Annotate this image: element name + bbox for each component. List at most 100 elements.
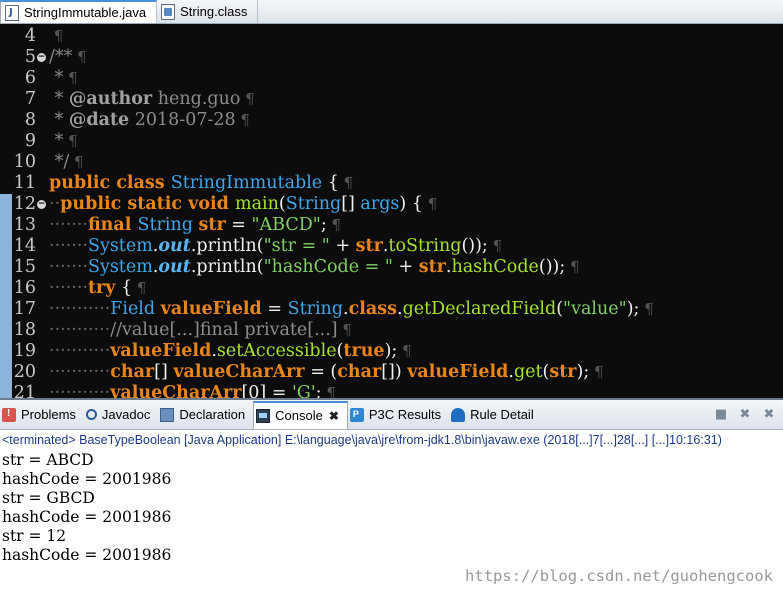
code-line[interactable]: 20 ···········char[] valueCharArr = (char…: [0, 362, 783, 383]
line-number: 18: [13, 320, 36, 340]
remove-launch-icon[interactable]: ✖: [737, 407, 753, 423]
code-line[interactable]: 10 */ ¶: [0, 152, 783, 173]
panel-tab-bar: Problems Javadoc Declaration Console ✖ P3C Re…: [0, 398, 783, 430]
line-number: 17: [13, 299, 36, 319]
panel-tab-console[interactable]: Console ✖: [253, 400, 348, 429]
code-text: ···········//value[...]final private[...…: [49, 320, 352, 340]
code-text: /** ¶: [49, 47, 87, 67]
fold-toggle-icon[interactable]: −: [37, 53, 46, 62]
line-number: 21: [13, 383, 36, 398]
line-number: 11: [13, 173, 36, 193]
code-line[interactable]: 14 ·······System.out.println("str = " + s…: [0, 236, 783, 257]
code-line[interactable]: 15 ·······System.out.println("hashCode = …: [0, 257, 783, 278]
editor-tab-label: String.class: [180, 4, 248, 19]
code-line[interactable]: 6 * ¶: [0, 68, 783, 89]
panel-tab-label: Javadoc: [101, 407, 151, 422]
whitespace-pilcrow-icon: ¶: [63, 69, 78, 87]
panel-tab-label: Problems: [21, 407, 76, 422]
code-line[interactable]: 9 * ¶: [0, 131, 783, 152]
code-text: ··public static void main(String[] args)…: [49, 194, 438, 214]
close-tab-icon[interactable]: ✖: [329, 409, 339, 423]
code-line[interactable]: 5−/** ¶: [0, 47, 783, 68]
remove-all-terminated-icon[interactable]: ✖: [761, 407, 777, 423]
whitespace-pilcrow-icon: ¶: [397, 342, 412, 360]
console-icon: [256, 408, 271, 423]
whitespace-pilcrow-icon: ¶: [565, 258, 580, 276]
line-number: 10: [13, 152, 36, 172]
code-text: ···········char[] valueCharArr = (char[]…: [49, 362, 604, 382]
code-line[interactable]: 4 ¶: [0, 26, 783, 47]
declaration-icon: [160, 407, 175, 422]
console-output[interactable]: https://blog.csdn.net/guohengcook str = …: [0, 450, 783, 595]
console-output-line: str = ABCD: [2, 451, 94, 469]
code-text: public class StringImmutable { ¶: [49, 173, 354, 193]
code-line[interactable]: 18 ···········//value[...]final private[.…: [0, 320, 783, 341]
editor-tab-label: StringImmutable.java: [24, 5, 147, 20]
code-line[interactable]: 21 ···········valueCharArr[0] = 'G'; ¶: [0, 383, 783, 398]
line-number: 6: [24, 68, 36, 88]
line-number: 20: [13, 362, 36, 382]
panel-tab-label: Console: [275, 408, 323, 423]
panel-tab-label: Declaration: [179, 407, 246, 422]
line-number: 7: [24, 89, 36, 109]
whitespace-pilcrow-icon: ¶: [63, 132, 78, 150]
code-line[interactable]: 16 ·······try { ¶: [0, 278, 783, 299]
whitespace-pilcrow-icon: ¶: [326, 216, 342, 234]
code-editor[interactable]: 4 ¶ 5−/** ¶ 6 * ¶ 7 * @author heng.guo ¶ 8 *…: [0, 24, 783, 398]
console-output-line: hashCode = 2001986: [2, 546, 172, 564]
panel-tab-p3c-results[interactable]: P3C Results: [348, 401, 449, 429]
code-line[interactable]: 12− ··public static void main(String[] ar…: [0, 194, 783, 215]
code-text: * @date 2018-07-28 ¶: [49, 110, 250, 130]
line-number: 4: [24, 26, 36, 46]
javadoc-icon: [85, 409, 97, 420]
console-output-line: str = GBCD: [2, 489, 95, 507]
editor-tab-bar: StringImmutable.java String.class: [0, 0, 783, 24]
panel-tab-label: Rule Detail: [470, 407, 534, 422]
whitespace-pilcrow-icon: ¶: [132, 279, 147, 297]
code-line[interactable]: 17 ···········Field valueField = String.c…: [0, 299, 783, 320]
panel-tab-label: P3C Results: [368, 407, 442, 422]
code-text: * ¶: [49, 131, 78, 151]
line-number: 5: [24, 47, 36, 67]
console-output-line: hashCode = 2001986: [2, 508, 172, 526]
line-number: 9: [24, 131, 36, 151]
whitespace-pilcrow-icon: ¶: [589, 363, 604, 381]
code-text: ·······System.out.println("str = " + str…: [49, 236, 503, 256]
line-number: 15: [13, 257, 36, 277]
code-text: ·······try { ¶: [49, 278, 147, 298]
terminate-icon[interactable]: ■: [713, 407, 729, 423]
line-number: 19: [13, 341, 36, 361]
p3c-icon: [349, 407, 364, 422]
code-line[interactable]: 13 ·······final String str = "ABCD"; ¶: [0, 215, 783, 236]
code-text: ···········Field valueField = String.cla…: [49, 299, 654, 319]
line-number: 12: [13, 194, 36, 214]
line-number: 14: [13, 236, 36, 256]
code-text: ···········valueCharArr[0] = 'G'; ¶: [49, 383, 336, 398]
panel-tab-javadoc[interactable]: Javadoc: [84, 401, 158, 429]
panel-tab-declaration[interactable]: Declaration: [158, 401, 253, 429]
panel-toolbar: ■ ✖ ✖: [705, 407, 783, 423]
problems-icon: [2, 407, 16, 422]
code-line[interactable]: 19 ···········valueField.setAccessible(tr…: [0, 341, 783, 362]
code-text: ···········valueField.setAccessible(true…: [49, 341, 412, 361]
code-text: ¶: [49, 26, 64, 47]
whitespace-pilcrow-icon: ¶: [422, 195, 438, 213]
code-line[interactable]: 11 public class StringImmutable { ¶: [0, 173, 783, 194]
whitespace-pilcrow-icon: ¶: [337, 321, 352, 339]
panel-tab-rule-detail[interactable]: Rule Detail: [449, 401, 542, 429]
console-output-line: hashCode = 2001986: [2, 470, 172, 488]
fold-toggle-icon[interactable]: −: [37, 200, 46, 209]
panel-tab-problems[interactable]: Problems: [0, 401, 84, 429]
whitespace-pilcrow-icon: ¶: [235, 111, 250, 129]
whitespace-pilcrow-icon: ¶: [338, 174, 354, 192]
editor-tab-string-class[interactable]: String.class: [157, 0, 259, 23]
class-file-icon: [161, 3, 176, 20]
rule-detail-icon: [451, 407, 466, 422]
code-text: ·······final String str = "ABCD"; ¶: [49, 215, 342, 235]
editor-tab-stringimmutable[interactable]: StringImmutable.java: [0, 0, 158, 23]
code-text: */ ¶: [49, 152, 84, 172]
code-text: * ¶: [49, 68, 78, 88]
code-line[interactable]: 8 * @date 2018-07-28 ¶: [0, 110, 783, 131]
java-file-icon: [5, 4, 19, 21]
code-line[interactable]: 7 * @author heng.guo ¶: [0, 89, 783, 110]
